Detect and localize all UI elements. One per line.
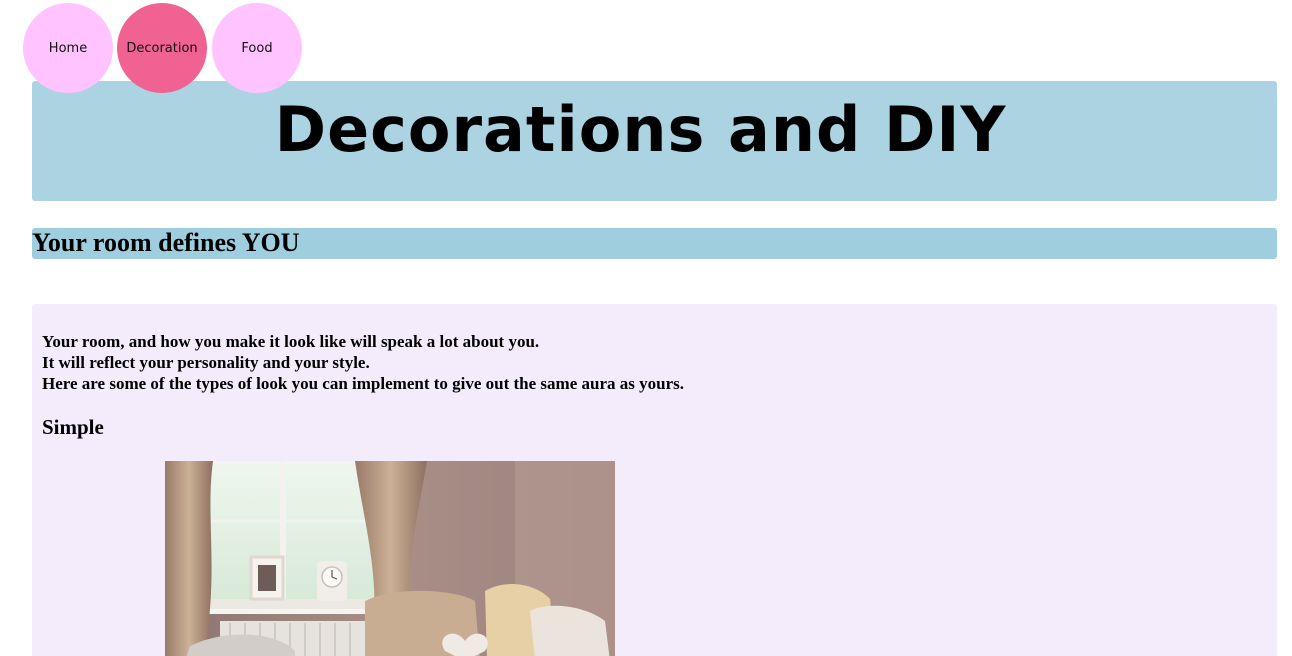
header-banner: Decorations and DIY	[32, 81, 1277, 201]
intro-paragraph: Your room, and how you make it look like…	[42, 331, 684, 394]
page-title: Decorations and DIY	[274, 93, 1007, 166]
simple-room-photo	[165, 461, 615, 656]
room-photo-illustration	[165, 461, 615, 656]
section-heading-simple: Simple	[42, 415, 104, 439]
nav-decoration-label: Decoration	[126, 40, 198, 56]
intro-line: Here are some of the types of look you c…	[42, 374, 684, 393]
intro-line: Your room, and how you make it look like…	[42, 332, 540, 351]
nav-home-button[interactable]: Home	[23, 3, 113, 93]
nav-home-label: Home	[48, 40, 88, 56]
content-panel: Your room, and how you make it look like…	[32, 304, 1277, 656]
subheader-title: Your room defines YOU	[32, 228, 300, 257]
intro-line: It will reflect your personality and you…	[42, 353, 370, 372]
subheader-bar: Your room defines YOU	[32, 228, 1277, 259]
nav-food-button[interactable]: Food	[212, 3, 302, 93]
nav-food-label: Food	[241, 40, 273, 56]
nav-decoration-button[interactable]: Decoration	[117, 3, 207, 93]
